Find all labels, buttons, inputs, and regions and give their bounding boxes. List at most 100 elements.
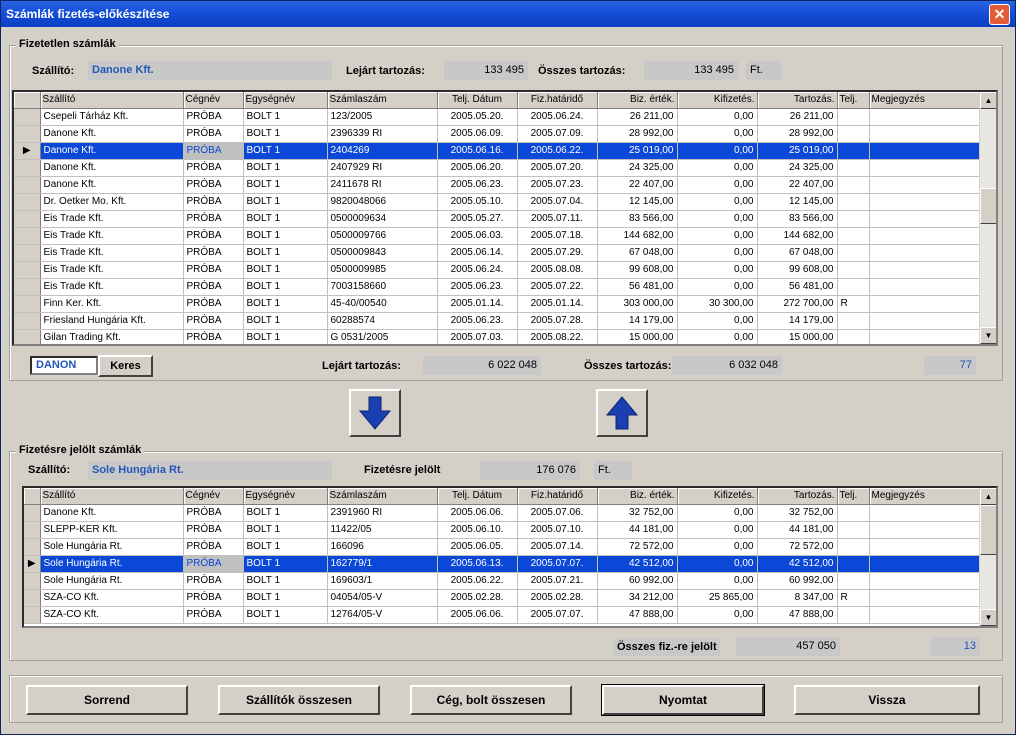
table-cell[interactable]: 144 682,00 xyxy=(597,227,678,245)
table-cell[interactable] xyxy=(869,295,981,313)
table-cell[interactable]: Sole Hungária Rt. xyxy=(40,538,184,556)
table-cell[interactable]: Eis Trade Kft. xyxy=(40,278,184,296)
table-cell[interactable]: PRÓBA xyxy=(183,538,244,556)
table-cell[interactable]: 2005.06.03. xyxy=(437,227,518,245)
table-cell[interactable]: PRÓBA xyxy=(183,589,244,607)
table-cell[interactable] xyxy=(869,572,981,590)
move-down-button[interactable] xyxy=(349,389,401,437)
table-cell[interactable]: 30 300,00 xyxy=(677,295,758,313)
table-cell[interactable]: 303 000,00 xyxy=(597,295,678,313)
table-cell[interactable] xyxy=(837,142,870,160)
row-indicator[interactable] xyxy=(14,278,41,296)
table-cell[interactable]: PRÓBA xyxy=(183,606,244,624)
table-cell[interactable]: 0,00 xyxy=(677,521,758,539)
table-cell[interactable]: 83 566,00 xyxy=(757,210,838,228)
table-cell[interactable]: 26 211,00 xyxy=(597,108,678,126)
table-cell[interactable]: Gilan Trading Kft. xyxy=(40,329,184,344)
table-cell[interactable]: 83 566,00 xyxy=(597,210,678,228)
table-cell[interactable]: 2005.05.20. xyxy=(437,108,518,126)
table-cell[interactable]: 2005.06.14. xyxy=(437,244,518,262)
table-cell[interactable]: 0,00 xyxy=(677,227,758,245)
table-cell[interactable]: 25 019,00 xyxy=(757,142,838,160)
table-cell[interactable] xyxy=(869,159,981,177)
table-row[interactable]: Eis Trade Kft. PRÓBA BOLT 1 0500009985 2005.… xyxy=(14,261,981,279)
table-cell[interactable]: PRÓBA xyxy=(183,312,244,330)
table-cell[interactable]: 42 512,00 xyxy=(597,555,678,573)
table-cell[interactable]: PRÓBA xyxy=(183,572,244,590)
table-cell[interactable] xyxy=(837,125,870,143)
table-cell[interactable] xyxy=(837,555,870,573)
search-input[interactable]: DANON xyxy=(30,356,98,375)
table-cell[interactable]: BOLT 1 xyxy=(243,606,328,624)
table-cell[interactable] xyxy=(837,606,870,624)
table-cell[interactable]: 2005.07.11. xyxy=(517,210,598,228)
table-cell[interactable]: BOLT 1 xyxy=(243,210,328,228)
table-cell[interactable]: 72 572,00 xyxy=(757,538,838,556)
table-cell[interactable]: BOLT 1 xyxy=(243,521,328,539)
table-cell[interactable]: PRÓBA xyxy=(183,295,244,313)
back-button[interactable]: Vissza xyxy=(794,685,980,715)
column-header[interactable]: Fiz.határidő xyxy=(517,488,598,505)
table-cell[interactable]: 0,00 xyxy=(677,142,758,160)
table-cell[interactable]: 56 481,00 xyxy=(597,278,678,296)
table-cell[interactable] xyxy=(869,606,981,624)
table-cell[interactable]: R xyxy=(837,295,870,313)
close-icon[interactable]: ✕ xyxy=(989,4,1010,25)
table-cell[interactable]: 2005.07.29. xyxy=(517,244,598,262)
table-cell[interactable]: 169603/1 xyxy=(327,572,438,590)
table-cell[interactable]: 0,00 xyxy=(677,210,758,228)
table-cell[interactable]: BOLT 1 xyxy=(243,329,328,344)
sort-button[interactable]: Sorrend xyxy=(26,685,188,715)
table-cell[interactable]: PRÓBA xyxy=(183,329,244,344)
table-cell[interactable]: 2005.06.22. xyxy=(437,572,518,590)
table-cell[interactable]: 0500009634 xyxy=(327,210,438,228)
table-row[interactable]: Eis Trade Kft. PRÓBA BOLT 1 7003158660 2005.… xyxy=(14,278,981,296)
table-cell[interactable]: 2005.06.23. xyxy=(437,176,518,194)
table-cell[interactable]: SLEPP-KER Kft. xyxy=(40,521,184,539)
column-header[interactable]: Biz. érték. xyxy=(597,92,678,109)
scroll-down-icon[interactable]: ▼ xyxy=(980,609,996,626)
column-header[interactable]: Tartozás. xyxy=(757,488,838,505)
table-cell[interactable]: 2005.07.03. xyxy=(437,329,518,344)
table-cell[interactable]: 12764/05-V xyxy=(327,606,438,624)
table-cell[interactable]: 272 700,00 xyxy=(757,295,838,313)
table-cell[interactable] xyxy=(837,312,870,330)
table-cell[interactable]: BOLT 1 xyxy=(243,227,328,245)
table-cell[interactable] xyxy=(837,108,870,126)
table-cell[interactable]: 0,00 xyxy=(677,159,758,177)
table-row[interactable]: SZA-CO Kft. PRÓBA BOLT 1 12764/05-V 2005.06.… xyxy=(24,606,981,624)
table-cell[interactable]: Finn Ker. Kft. xyxy=(40,295,184,313)
table-cell[interactable] xyxy=(869,278,981,296)
table-row[interactable]: Danone Kft. PRÓBA BOLT 1 2407929 RI 2005.06.… xyxy=(14,159,981,177)
table-cell[interactable]: 45-40/00540 xyxy=(327,295,438,313)
table-cell[interactable] xyxy=(837,572,870,590)
table-cell[interactable]: 2407929 RI xyxy=(327,159,438,177)
table-cell[interactable]: SZA-CO Kft. xyxy=(40,589,184,607)
table-cell[interactable]: 0,00 xyxy=(677,504,758,522)
table-cell[interactable]: PRÓBA xyxy=(183,521,244,539)
table-cell[interactable]: 22 407,00 xyxy=(757,176,838,194)
table-cell[interactable] xyxy=(869,329,981,344)
table-cell[interactable]: Csepeli Tárház Kft. xyxy=(40,108,184,126)
table-cell[interactable]: 24 325,00 xyxy=(597,159,678,177)
table-cell[interactable]: 2005.07.21. xyxy=(517,572,598,590)
table-cell[interactable]: 32 752,00 xyxy=(597,504,678,522)
table-cell[interactable]: 7003158660 xyxy=(327,278,438,296)
table-cell[interactable]: 2005.06.20. xyxy=(437,159,518,177)
table-cell[interactable]: 0500009985 xyxy=(327,261,438,279)
table-cell[interactable]: 67 048,00 xyxy=(757,244,838,262)
table-cell[interactable]: 04054/05-V xyxy=(327,589,438,607)
unpaid-vertical-scrollbar[interactable]: ▲ ▼ xyxy=(979,92,996,344)
table-cell[interactable]: 60288574 xyxy=(327,312,438,330)
table-cell[interactable]: 144 682,00 xyxy=(757,227,838,245)
table-cell[interactable]: 0,00 xyxy=(677,108,758,126)
table-cell[interactable]: Eis Trade Kft. xyxy=(40,244,184,262)
table-cell[interactable]: 2005.07.07. xyxy=(517,606,598,624)
table-cell[interactable]: 8 347,00 xyxy=(757,589,838,607)
table-cell[interactable]: 9820048066 xyxy=(327,193,438,211)
table-cell[interactable]: PRÓBA xyxy=(183,210,244,228)
table-cell[interactable]: 2404269 xyxy=(327,142,438,160)
table-cell[interactable]: 99 608,00 xyxy=(597,261,678,279)
table-cell[interactable]: 2005.07.07. xyxy=(517,555,598,573)
scroll-thumb[interactable] xyxy=(980,505,996,555)
